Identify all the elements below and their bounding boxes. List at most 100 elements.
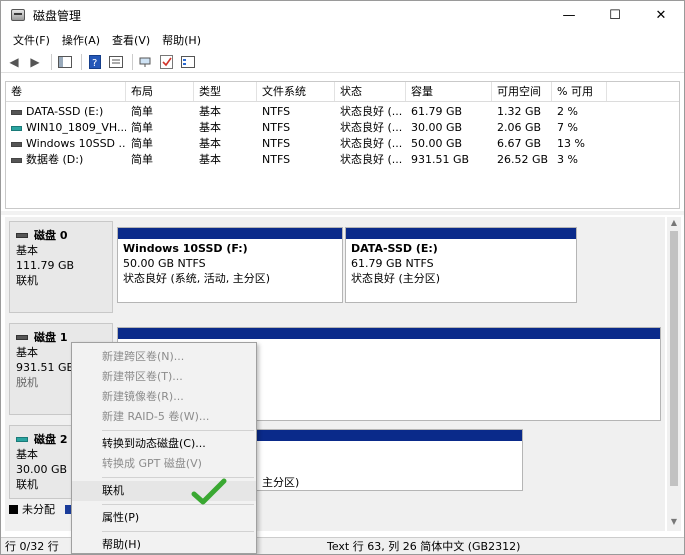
status-left-text: 行 0/32 行 [5, 540, 59, 553]
table-row[interactable]: WIN10_1809_VH... 简单 基本 NTFS 状态良好 (... 30… [6, 120, 679, 136]
status-cell: 状态良好 (... [340, 153, 403, 166]
fs-cell: NTFS [262, 105, 291, 118]
volume-list: 卷 布局 类型 文件系统 状态 容量 可用空间 % 可用 DATA-SSD (E… [5, 81, 680, 209]
volume-list-header: 卷 布局 类型 文件系统 状态 容量 可用空间 % 可用 [6, 82, 679, 102]
settings-panel-icon[interactable] [179, 54, 197, 70]
disk-management-icon [11, 9, 25, 21]
capacity-cell: 50.00 GB [411, 137, 463, 150]
disk-row-0: 磁盘 0 基本 111.79 GB 联机 Windows 10SSD (F:) … [5, 221, 665, 317]
status-right-text: Text 行 63, 列 26 简体中文 (GB2312) [327, 540, 521, 553]
volume-icon [11, 141, 22, 147]
menu-item-convert-gpt[interactable]: 转换成 GPT 磁盘(V) [72, 454, 256, 474]
pane-splitter[interactable] [1, 211, 684, 215]
menu-item-online[interactable]: 联机 [72, 481, 256, 501]
menu-file[interactable]: 文件(F) [7, 32, 56, 48]
vhd-disk-icon [16, 437, 28, 442]
partition-status: 主分区) [262, 476, 300, 489]
partition-color-bar [346, 228, 576, 239]
volume-icon [11, 109, 22, 115]
partition-size: 61.79 GB NTFS [351, 257, 434, 270]
capacity-cell: 61.79 GB [411, 105, 463, 118]
menu-action[interactable]: 操作(A) [56, 32, 106, 48]
partition-color-bar [118, 328, 660, 339]
close-button[interactable]: ✕ [638, 1, 684, 29]
menu-item-new-spanned-volume[interactable]: 新建跨区卷(N)... [72, 347, 256, 367]
connect-icon[interactable] [137, 54, 155, 70]
volume-cell: WIN10_1809_VH... [6, 120, 126, 136]
layout-cell: 简单 [131, 137, 153, 150]
scroll-thumb[interactable] [670, 231, 678, 486]
col-capacity[interactable]: 容量 [406, 82, 492, 101]
window-controls: — ☐ ✕ [546, 1, 684, 29]
partition-body: DATA-SSD (E:) 61.79 GB NTFS 状态良好 (主分区) [346, 239, 576, 288]
toolbar-separator [132, 53, 133, 70]
menu-separator [102, 477, 254, 478]
free-cell: 2.06 GB [497, 121, 542, 134]
volume-cell: Windows 10SSD ... [6, 136, 126, 152]
disk-icon [16, 335, 28, 340]
scroll-down-icon[interactable]: ▼ [667, 517, 681, 529]
col-free-space[interactable]: 可用空间 [492, 82, 552, 101]
layout-cell: 简单 [131, 105, 153, 118]
volume-cell: 数据卷 (D:) [6, 152, 126, 168]
menu-item-help[interactable]: 帮助(H) [72, 535, 256, 554]
type-cell: 基本 [199, 105, 221, 118]
menu-item-properties[interactable]: 属性(P) [72, 508, 256, 528]
title-bar: 磁盘管理 — ☐ ✕ [1, 1, 684, 29]
volume-name: 数据卷 (D:) [26, 153, 84, 166]
menu-item-new-mirrored-volume[interactable]: 新建镜像卷(R)... [72, 387, 256, 407]
vertical-scrollbar[interactable]: ▲ ▼ [667, 217, 681, 531]
menu-separator [102, 531, 254, 532]
disk-name: 磁盘 1 [34, 331, 68, 344]
percent-cell: 2 % [557, 105, 578, 118]
status-cell: 状态良好 (... [340, 105, 403, 118]
table-row[interactable]: 数据卷 (D:) 简单 基本 NTFS 状态良好 (... 931.51 GB … [6, 152, 679, 168]
table-row[interactable]: DATA-SSD (E:) 简单 基本 NTFS 状态良好 (... 61.79… [6, 104, 679, 120]
volume-name: DATA-SSD (E:) [26, 105, 104, 118]
fs-cell: NTFS [262, 153, 291, 166]
properties-check-icon[interactable] [158, 54, 176, 70]
col-type[interactable]: 类型 [194, 82, 257, 101]
menu-item-new-striped-volume[interactable]: 新建带区卷(T)... [72, 367, 256, 387]
disk-state: 联机 [16, 274, 38, 287]
status-cell: 状态良好 (... [340, 137, 403, 150]
toolbar-separator [51, 53, 52, 70]
window-title: 磁盘管理 [33, 8, 82, 23]
partition-size: 50.00 GB NTFS [123, 257, 206, 270]
volume-name: WIN10_1809_VH... [26, 121, 126, 134]
status-cell: 状态良好 (... [340, 121, 403, 134]
disk-context-menu: 新建跨区卷(N)... 新建带区卷(T)... 新建镜像卷(R)... 新建 R… [71, 342, 257, 554]
list-view-icon[interactable] [107, 54, 125, 70]
col-layout[interactable]: 布局 [126, 82, 194, 101]
disk-0-label[interactable]: 磁盘 0 基本 111.79 GB 联机 [9, 221, 113, 313]
disk-name: 磁盘 2 [34, 433, 68, 446]
table-row[interactable]: Windows 10SSD ... 简单 基本 NTFS 状态良好 (... 5… [6, 136, 679, 152]
disk-name: 磁盘 0 [34, 229, 68, 242]
menu-help[interactable]: 帮助(H) [156, 32, 207, 48]
scroll-up-icon[interactable]: ▲ [667, 218, 681, 230]
forward-arrow-icon[interactable]: ▶ [26, 54, 44, 70]
partition-windows-10ssd[interactable]: Windows 10SSD (F:) 50.00 GB NTFS 状态良好 (系… [117, 227, 343, 303]
capacity-cell: 931.51 GB [411, 153, 470, 166]
layout-cell: 简单 [131, 121, 153, 134]
col-status[interactable]: 状态 [335, 82, 406, 101]
maximize-button[interactable]: ☐ [592, 1, 638, 29]
menu-view[interactable]: 查看(V) [106, 32, 156, 48]
minimize-button[interactable]: — [546, 1, 592, 29]
col-filesystem[interactable]: 文件系统 [257, 82, 335, 101]
menu-item-new-raid5-volume[interactable]: 新建 RAID-5 卷(W)... [72, 407, 256, 427]
free-cell: 6.67 GB [497, 137, 542, 150]
type-cell: 基本 [199, 153, 221, 166]
free-cell: 26.52 GB [497, 153, 549, 166]
help-icon[interactable]: ? [86, 54, 104, 70]
col-volume[interactable]: 卷 [6, 82, 126, 101]
unallocated-swatch [9, 504, 18, 514]
col-percent-free[interactable]: % 可用 [552, 82, 607, 101]
partition-data-ssd[interactable]: DATA-SSD (E:) 61.79 GB NTFS 状态良好 (主分区) [345, 227, 577, 303]
partition-name: Windows 10SSD (F:) [123, 242, 248, 255]
fs-cell: NTFS [262, 137, 291, 150]
back-arrow-icon[interactable]: ◀ [5, 54, 23, 70]
show-hide-console-icon[interactable] [56, 54, 74, 70]
menu-item-convert-dynamic[interactable]: 转换到动态磁盘(C)... [72, 434, 256, 454]
toolbar: ◀ ▶ ? [1, 51, 684, 73]
